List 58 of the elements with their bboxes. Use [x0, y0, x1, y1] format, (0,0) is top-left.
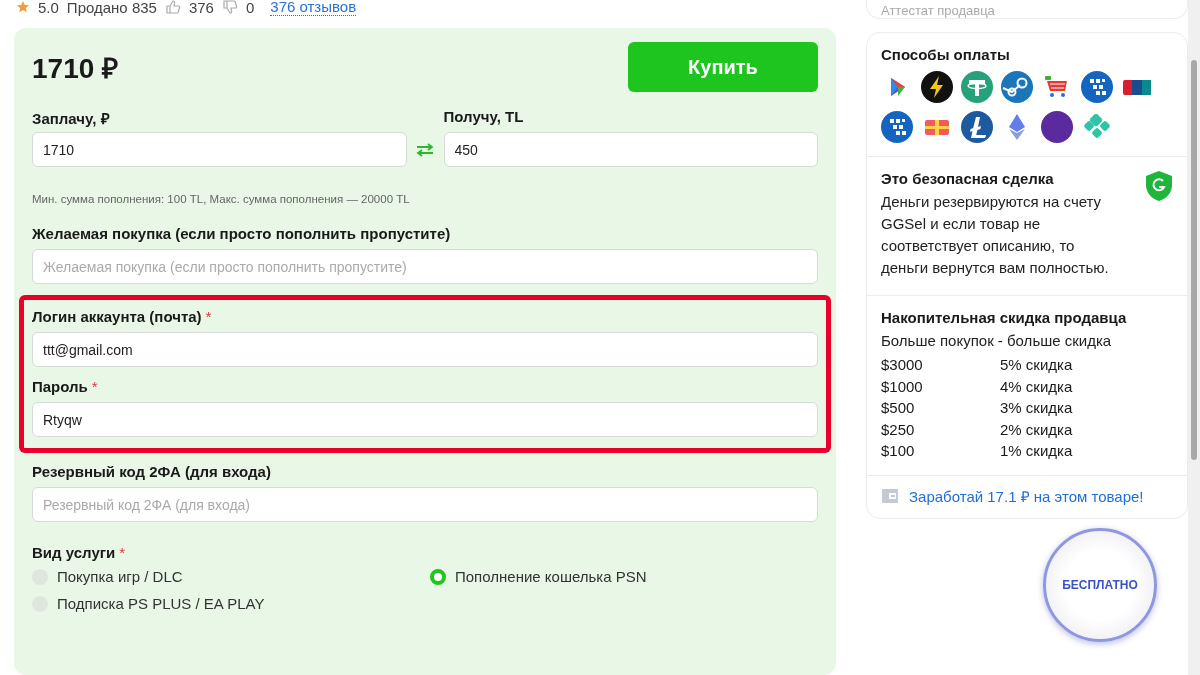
- purchase-amount: $500: [881, 398, 916, 418]
- tether-coin-icon: [961, 71, 993, 103]
- purchase-amount: $3000: [881, 355, 924, 375]
- discount-value: 2% скидка: [1000, 419, 1074, 440]
- scrollbar-thumb[interactable]: [1191, 60, 1197, 460]
- steam-icon: [1001, 71, 1033, 103]
- dotted-globe-icon: [881, 111, 913, 143]
- star-icon: [16, 0, 30, 15]
- field-label: Логин аккаунта (почта): [32, 308, 202, 327]
- required-mark: *: [205, 308, 212, 327]
- dislikes-count: 0: [245, 0, 255, 16]
- input-field[interactable]: Резервный код 2ФА (для входа): [32, 487, 818, 523]
- required-mark: *: [91, 378, 98, 397]
- sold-count: Продано 835: [66, 0, 157, 16]
- shield-icon: [1145, 170, 1173, 202]
- field-label: Пароль: [32, 378, 88, 397]
- input-field[interactable]: Желаемая покупка (если просто пополнить пропустите): [32, 249, 818, 285]
- swap-arrows-icon: [416, 143, 434, 158]
- required-mark: *: [119, 544, 126, 563]
- field-label: Заплачу, ₽: [32, 109, 110, 127]
- scrollbar[interactable]: [1188, 0, 1200, 675]
- field-label: Вид услуги: [32, 544, 116, 563]
- reviews-link[interactable]: 376 отзывов: [270, 0, 357, 17]
- litecoin-icon: [961, 111, 993, 143]
- seller-certificate-text: Аттестат продавца: [881, 4, 995, 18]
- purchase-amount: $250: [881, 419, 916, 440]
- field-label: Желаемая покупка (если просто пополнить пропустите): [32, 225, 451, 244]
- purchase-amount: $100: [881, 441, 916, 461]
- discount-value: 1% скидка: [1000, 441, 1074, 461]
- hint-text: Мин. сумма пополнения: 100 TL, Макс. сумма пополнения — 20000 TL: [32, 193, 411, 206]
- thumbs-down-icon: [221, 0, 238, 16]
- wallet-icon: [881, 487, 899, 504]
- discount-value: 3% скидка: [1000, 398, 1074, 418]
- earn-link[interactable]: Заработай 17.1 ₽ на этом товаре!: [909, 485, 1144, 506]
- input-field[interactable]: ttt@gmail.com: [32, 332, 818, 368]
- discount-value: 4% скидка: [1000, 376, 1074, 397]
- radio-option[interactable]: Подписка PS PLUS / EA PLAY: [32, 595, 430, 613]
- field-label: Резервный код 2ФА (для входа): [32, 463, 271, 482]
- price: 1710 ₽: [32, 52, 119, 87]
- safe-deal-text: Деньги резервируются на счету GGSel и если товар не соответствует описанию, то деньги вернутся вам полностью.: [881, 192, 1110, 278]
- input-field[interactable]: 450: [443, 132, 818, 168]
- section-title: Способы оплаты: [881, 46, 1011, 63]
- radio-option[interactable]: Пополнение кошелька PSN: [430, 568, 818, 586]
- radio-option[interactable]: Покупка игр / DLC: [32, 568, 430, 586]
- free-badge-button[interactable]: БЕСПЛАТНО: [1043, 528, 1157, 642]
- likes-count: 376: [188, 0, 214, 16]
- field-label: Получу, TL: [443, 108, 524, 127]
- discount-subtitle: Больше покупок - больше скидка: [881, 331, 1113, 351]
- lightning-icon: [921, 71, 953, 103]
- section-title: Накопительная скидка продавца: [881, 309, 1128, 326]
- rating-value: 5.0: [38, 0, 59, 16]
- input-field[interactable]: Rtyqw: [32, 402, 818, 438]
- dotted-globe-icon: [1081, 71, 1113, 103]
- input-field[interactable]: 1710: [32, 132, 407, 168]
- discount-value: 5% скидка: [1000, 355, 1074, 375]
- thumbs-up-icon: [164, 0, 181, 16]
- section-title: Это безопасная сделка: [881, 170, 1055, 187]
- purchase-amount: $1000: [881, 376, 924, 397]
